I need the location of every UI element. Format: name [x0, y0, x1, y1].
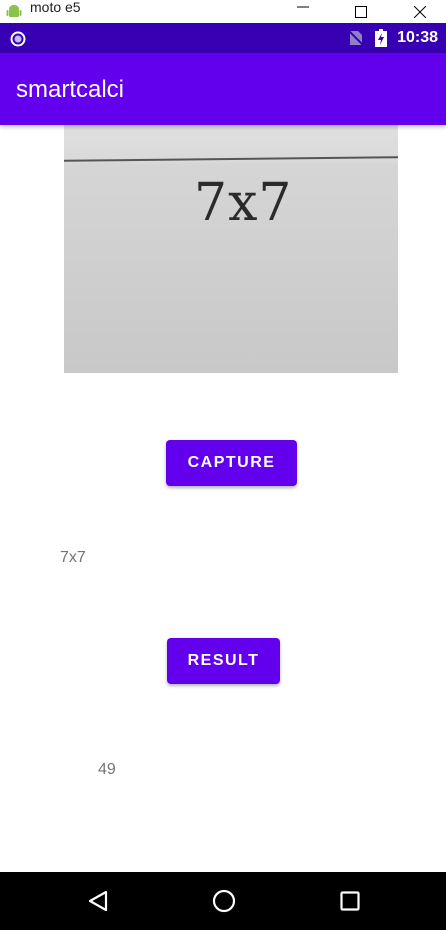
status-right: 10:38 [349, 23, 438, 53]
window-title: moto e5 [30, 0, 81, 15]
maximize-button[interactable] [341, 0, 381, 23]
nav-bar [0, 872, 446, 930]
close-button[interactable] [400, 0, 440, 23]
recognized-text: 7x7 [60, 549, 86, 566]
no-sim-icon [349, 30, 364, 46]
android-icon [6, 4, 22, 17]
recents-icon [340, 891, 360, 911]
minimize-icon [297, 6, 309, 7]
notification-dot-icon [10, 31, 26, 47]
back-icon [88, 890, 108, 912]
home-button[interactable] [194, 872, 254, 930]
captured-image: 7x7 [64, 125, 398, 373]
window-titlebar: moto e5 [0, 0, 446, 23]
result-button[interactable]: RESULT [167, 638, 280, 684]
app-title: smartcalci [16, 76, 125, 103]
app-bar: smartcalci [0, 53, 446, 125]
result-value: 49 [98, 761, 116, 778]
window-title-group: moto e5 [6, 0, 81, 23]
close-icon [414, 5, 426, 18]
maximize-icon [355, 5, 367, 18]
capture-button[interactable]: CAPTURE [166, 440, 297, 486]
minimize-button[interactable] [283, 0, 323, 23]
back-button[interactable] [68, 872, 128, 930]
battery-charging-icon [375, 29, 388, 47]
status-left [10, 31, 26, 52]
handwritten-expression: 7x7 [194, 173, 293, 233]
status-time: 10:38 [397, 29, 438, 46]
home-icon [212, 889, 236, 913]
status-bar: 10:38 [0, 23, 446, 53]
recents-button[interactable] [320, 872, 380, 930]
